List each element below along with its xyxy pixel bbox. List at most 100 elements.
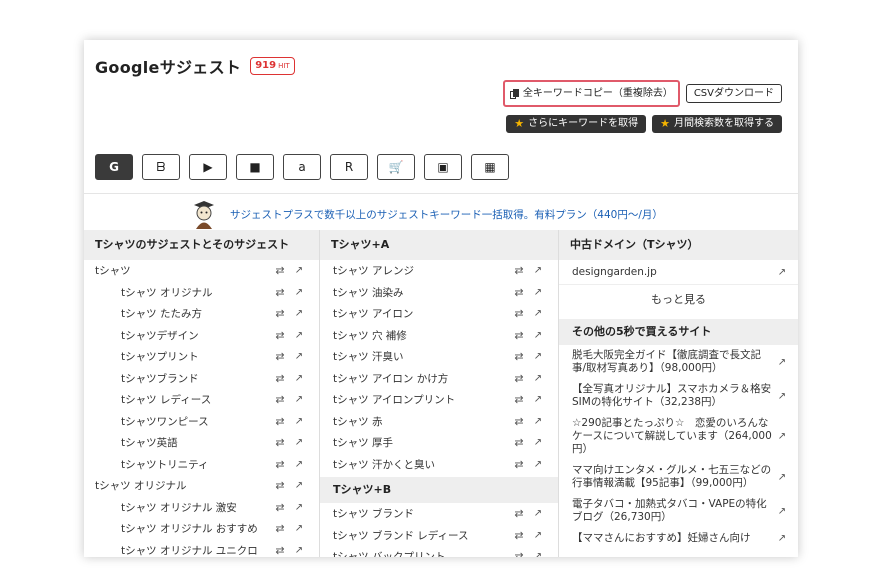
keyword-row[interactable]: tシャツ オリジナル おすすめ ⇄ ↗ [84, 518, 319, 540]
external-link-icon[interactable]: ↗ [532, 265, 544, 276]
external-link-icon[interactable]: ↗ [293, 437, 305, 448]
keyword-row[interactable]: tシャツワンピース ⇄ ↗ [84, 411, 319, 433]
external-link-icon[interactable]: ↗ [532, 373, 544, 384]
retweet-icon[interactable]: ⇄ [274, 307, 286, 320]
keyword-row[interactable]: tシャツ オリジナル 激安 ⇄ ↗ [84, 497, 319, 519]
external-link-icon[interactable]: ↗ [532, 287, 544, 298]
keyword-row[interactable]: tシャツ アイロン かけ方 ⇄ ↗ [320, 368, 558, 390]
keyword-row[interactable]: tシャツ 赤 ⇄ ↗ [320, 411, 558, 433]
copy-all-keywords-button[interactable]: 全キーワードコピー（重複除去） [502, 80, 680, 107]
external-link-icon[interactable]: ↗ [776, 267, 788, 278]
tab-amazon[interactable]: a [283, 154, 321, 180]
keyword-row[interactable]: tシャツブランド ⇄ ↗ [84, 368, 319, 390]
retweet-icon[interactable]: ⇄ [274, 372, 286, 385]
retweet-icon[interactable]: ⇄ [513, 507, 525, 520]
external-link-icon[interactable]: ↗ [293, 480, 305, 491]
keyword-row[interactable]: tシャツ アイロン ⇄ ↗ [320, 303, 558, 325]
keyword-row[interactable]: tシャツ バックプリント⇄↗ [320, 546, 558, 557]
external-link-icon[interactable]: ↗ [776, 505, 788, 518]
tab-rakuten[interactable]: R [330, 154, 368, 180]
site-item[interactable]: ☆290記事とたっぷり☆ 恋愛のいろんなケースについて解説しています（264,0… [559, 413, 798, 460]
retweet-icon[interactable]: ⇄ [513, 350, 525, 363]
retweet-icon[interactable]: ⇄ [274, 436, 286, 449]
keyword-row[interactable]: tシャツ 汗臭い ⇄ ↗ [320, 346, 558, 368]
retweet-icon[interactable]: ⇄ [513, 329, 525, 342]
external-link-icon[interactable]: ↗ [532, 308, 544, 319]
keyword-row[interactable]: tシャツトリニティ ⇄ ↗ [84, 454, 319, 476]
site-item[interactable]: 脱毛大阪完全ガイド【徹底調査で長文記事/取材写真あり】（98,000円） ↗ [559, 345, 798, 379]
retweet-icon[interactable]: ⇄ [513, 372, 525, 385]
monthly-volume-button[interactable]: ★ 月間検索数を取得する [652, 115, 782, 133]
external-link-icon[interactable]: ↗ [776, 532, 788, 545]
keyword-row[interactable]: tシャツ 油染み ⇄ ↗ [320, 282, 558, 304]
external-link-icon[interactable]: ↗ [293, 265, 305, 276]
retweet-icon[interactable]: ⇄ [274, 544, 286, 557]
keyword-row[interactable]: tシャツ たたみ方 ⇄ ↗ [84, 303, 319, 325]
retweet-icon[interactable]: ⇄ [274, 329, 286, 342]
external-link-icon[interactable]: ↗ [293, 373, 305, 384]
external-link-icon[interactable]: ↗ [776, 390, 788, 403]
domain-item[interactable]: designgarden.jp ↗ [559, 260, 798, 284]
retweet-icon[interactable]: ⇄ [274, 286, 286, 299]
keyword-row[interactable]: tシャツ 穴 補修 ⇄ ↗ [320, 325, 558, 347]
external-link-icon[interactable]: ↗ [293, 308, 305, 319]
keyword-row[interactable]: tシャツ ⇄ ↗ [84, 260, 319, 282]
keyword-row[interactable]: tシャツデザイン ⇄ ↗ [84, 325, 319, 347]
external-link-icon[interactable]: ↗ [776, 430, 788, 443]
tab-bing[interactable]: ᗷ [142, 154, 180, 180]
keyword-row[interactable]: tシャツ オリジナル ⇄ ↗ [84, 475, 319, 497]
keyword-row[interactable]: tシャツ アイロンプリント ⇄ ↗ [320, 389, 558, 411]
external-link-icon[interactable]: ↗ [293, 330, 305, 341]
retweet-icon[interactable]: ⇄ [513, 436, 525, 449]
retweet-icon[interactable]: ⇄ [274, 350, 286, 363]
tab-apps[interactable]: ▦ [471, 154, 509, 180]
more-keywords-button[interactable]: ★ さらにキーワードを取得 [506, 115, 647, 133]
external-link-icon[interactable]: ↗ [532, 394, 544, 405]
external-link-icon[interactable]: ↗ [532, 416, 544, 427]
site-item[interactable]: 電子タバコ・加熱式タバコ・VAPEの特化ブログ（26,730円） ↗ [559, 494, 798, 528]
keyword-row[interactable]: tシャツ レディース ⇄ ↗ [84, 389, 319, 411]
retweet-icon[interactable]: ⇄ [274, 458, 286, 471]
keyword-row[interactable]: tシャツ 厚手 ⇄ ↗ [320, 432, 558, 454]
keyword-row[interactable]: tシャツプリント ⇄ ↗ [84, 346, 319, 368]
retweet-icon[interactable]: ⇄ [274, 415, 286, 428]
retweet-icon[interactable]: ⇄ [274, 501, 286, 514]
external-link-icon[interactable]: ↗ [293, 459, 305, 470]
tab-google[interactable]: G [95, 154, 133, 180]
keyword-row[interactable]: tシャツ アレンジ ⇄ ↗ [320, 260, 558, 282]
retweet-icon[interactable]: ⇄ [513, 550, 525, 557]
site-item[interactable]: 【全写真オリジナル】スマホカメラ＆格安SIMの特化サイト（32,238円） ↗ [559, 379, 798, 413]
retweet-icon[interactable]: ⇄ [513, 307, 525, 320]
keyword-row[interactable]: tシャツ英語 ⇄ ↗ [84, 432, 319, 454]
tab-youtube[interactable]: ▶ [189, 154, 227, 180]
retweet-icon[interactable]: ⇄ [513, 264, 525, 277]
site-item[interactable]: 【ママさんにおすすめ】妊婦さん向け ↗ [559, 528, 798, 549]
external-link-icon[interactable]: ↗ [532, 530, 544, 541]
external-link-icon[interactable]: ↗ [776, 471, 788, 484]
tab-video[interactable]: ■ [236, 154, 274, 180]
external-link-icon[interactable]: ↗ [293, 287, 305, 298]
external-link-icon[interactable]: ↗ [532, 351, 544, 362]
keyword-row[interactable]: tシャツ 汗かくと臭い ⇄ ↗ [320, 454, 558, 476]
external-link-icon[interactable]: ↗ [776, 356, 788, 369]
retweet-icon[interactable]: ⇄ [513, 393, 525, 406]
retweet-icon[interactable]: ⇄ [513, 529, 525, 542]
retweet-icon[interactable]: ⇄ [513, 458, 525, 471]
external-link-icon[interactable]: ↗ [293, 394, 305, 405]
retweet-icon[interactable]: ⇄ [274, 479, 286, 492]
keyword-row[interactable]: tシャツ ブランド ⇄ ↗ [320, 503, 558, 525]
keyword-row[interactable]: tシャツ ブランド レディース ⇄ ↗ [320, 525, 558, 547]
keyword-row[interactable]: tシャツ オリジナル ⇄ ↗ [84, 282, 319, 304]
site-item[interactable]: ママ向けエンタメ・グルメ・七五三などの行事情報満載【95記事】（99,000円）… [559, 460, 798, 494]
retweet-icon[interactable]: ⇄ [274, 264, 286, 277]
retweet-icon[interactable]: ⇄ [513, 286, 525, 299]
external-link-icon[interactable]: ↗ [293, 416, 305, 427]
external-link-icon[interactable]: ↗ [532, 330, 544, 341]
external-link-icon[interactable]: ↗ [532, 459, 544, 470]
retweet-icon[interactable]: ⇄ [274, 393, 286, 406]
external-link-icon[interactable]: ↗ [293, 502, 305, 513]
retweet-icon[interactable]: ⇄ [274, 522, 286, 535]
external-link-icon[interactable]: ↗ [532, 437, 544, 448]
csv-download-button[interactable]: CSVダウンロード [685, 84, 782, 103]
tab-image[interactable]: ▣ [424, 154, 462, 180]
